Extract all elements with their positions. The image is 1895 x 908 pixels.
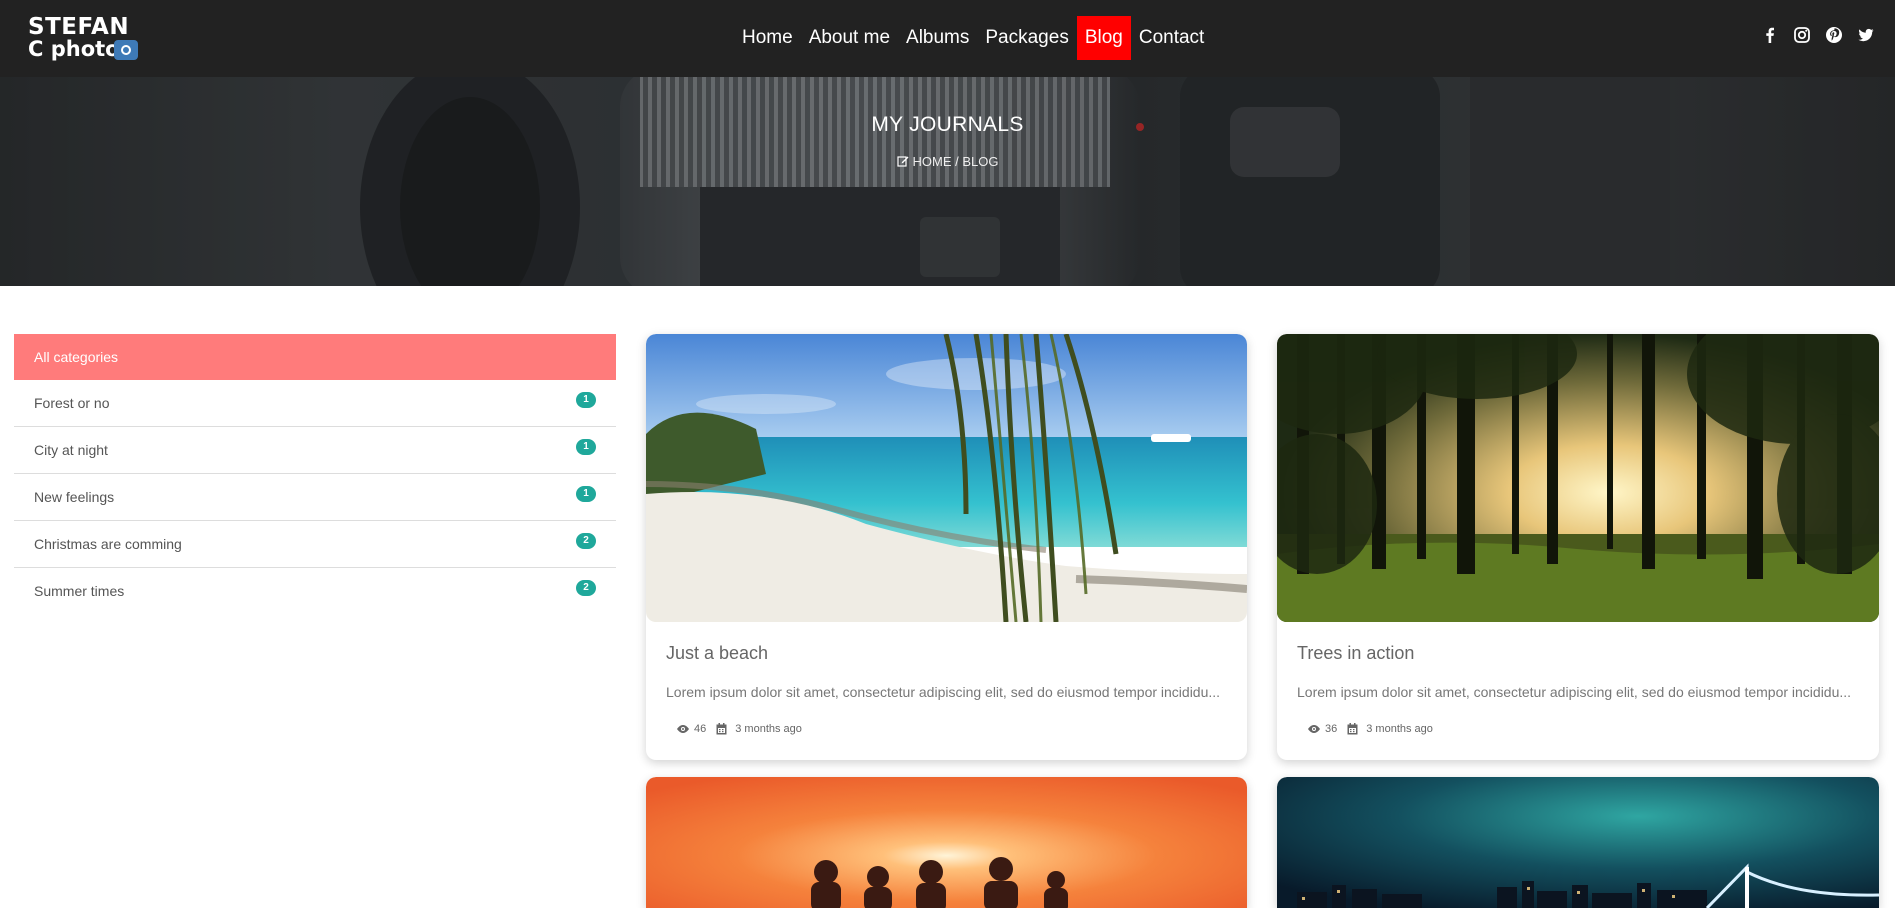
calendar-icon bbox=[1347, 723, 1358, 735]
post-date: 3 months ago bbox=[1366, 723, 1433, 735]
nav-contact[interactable]: Contact bbox=[1131, 16, 1212, 60]
category-count-badge: 1 bbox=[576, 486, 596, 502]
nav-packages[interactable]: Packages bbox=[977, 16, 1076, 60]
post-card[interactable]: Just a beach Lorem ipsum dolor sit amet,… bbox=[646, 334, 1247, 760]
main-menu: Home About me Albums Packages Blog Conta… bbox=[734, 16, 1212, 60]
category-item[interactable]: New feelings 1 bbox=[14, 474, 616, 521]
social-links bbox=[1747, 26, 1875, 44]
breadcrumb: HOME / BLOG bbox=[0, 154, 1895, 169]
nav-about-me[interactable]: About me bbox=[801, 16, 898, 60]
page-title: MY JOURNALS bbox=[871, 113, 1024, 136]
category-item[interactable]: Christmas are comming 2 bbox=[14, 521, 616, 568]
post-meta: 36 3 months ago bbox=[1307, 723, 1433, 735]
category-item[interactable]: Summer times 2 bbox=[14, 568, 616, 615]
nav-home[interactable]: Home bbox=[734, 16, 801, 60]
logo-line-1: STEFAN bbox=[28, 14, 130, 40]
instagram-icon[interactable] bbox=[1793, 26, 1811, 44]
post-excerpt: Lorem ipsum dolor sit amet, consectetur … bbox=[1297, 684, 1852, 700]
hero-banner: MY JOURNALS HOME / BLOG bbox=[0, 77, 1895, 286]
post-title[interactable]: Just a beach bbox=[666, 643, 768, 664]
nav-albums[interactable]: Albums bbox=[898, 16, 977, 60]
post-title[interactable]: Trees in action bbox=[1297, 643, 1414, 664]
top-navbar: STEFAN C photo Home About me Albums Pack… bbox=[0, 0, 1895, 77]
facebook-icon[interactable] bbox=[1761, 26, 1779, 44]
category-count-badge: 1 bbox=[576, 439, 596, 455]
post-card[interactable]: Trees in action Lorem ipsum dolor sit am… bbox=[1277, 334, 1879, 760]
category-label: City at night bbox=[34, 442, 108, 458]
post-image-night-city[interactable] bbox=[1277, 777, 1879, 908]
breadcrumb-text[interactable]: HOME / BLOG bbox=[913, 154, 999, 169]
view-count: 46 bbox=[694, 723, 707, 735]
post-meta: 46 3 months ago bbox=[676, 723, 802, 735]
post-card[interactable] bbox=[1277, 777, 1879, 908]
post-image-sunset[interactable] bbox=[646, 777, 1247, 908]
post-image-beach[interactable] bbox=[646, 334, 1247, 622]
logo-line-2: C photo bbox=[28, 37, 120, 61]
calendar-icon bbox=[716, 723, 727, 735]
twitter-icon[interactable] bbox=[1857, 26, 1875, 44]
post-card[interactable] bbox=[646, 777, 1247, 908]
category-label: Summer times bbox=[34, 583, 125, 599]
category-count-badge: 2 bbox=[576, 533, 596, 549]
view-count: 36 bbox=[1325, 723, 1338, 735]
post-date: 3 months ago bbox=[735, 723, 802, 735]
category-count-badge: 2 bbox=[576, 580, 596, 596]
category-item[interactable]: Forest or no 1 bbox=[14, 380, 616, 427]
camera-icon bbox=[114, 40, 138, 60]
category-label: Christmas are comming bbox=[34, 536, 182, 552]
nav-blog[interactable]: Blog bbox=[1076, 16, 1131, 60]
post-excerpt: Lorem ipsum dolor sit amet, consectetur … bbox=[666, 684, 1221, 700]
hero-overlay bbox=[0, 77, 1895, 286]
category-item[interactable]: City at night 1 bbox=[14, 427, 616, 474]
pinterest-icon[interactable] bbox=[1825, 26, 1843, 44]
eye-icon bbox=[1308, 725, 1320, 733]
category-label: Forest or no bbox=[34, 395, 110, 411]
category-count-badge: 1 bbox=[576, 392, 596, 408]
site-logo[interactable]: STEFAN C photo bbox=[28, 16, 138, 62]
post-image-forest[interactable] bbox=[1277, 334, 1879, 622]
eye-icon bbox=[677, 725, 689, 733]
category-all[interactable]: All categories bbox=[14, 334, 616, 380]
edit-icon bbox=[896, 156, 909, 167]
category-label: New feelings bbox=[34, 489, 115, 505]
category-sidebar: All categories Forest or no 1 City at ni… bbox=[14, 334, 616, 615]
